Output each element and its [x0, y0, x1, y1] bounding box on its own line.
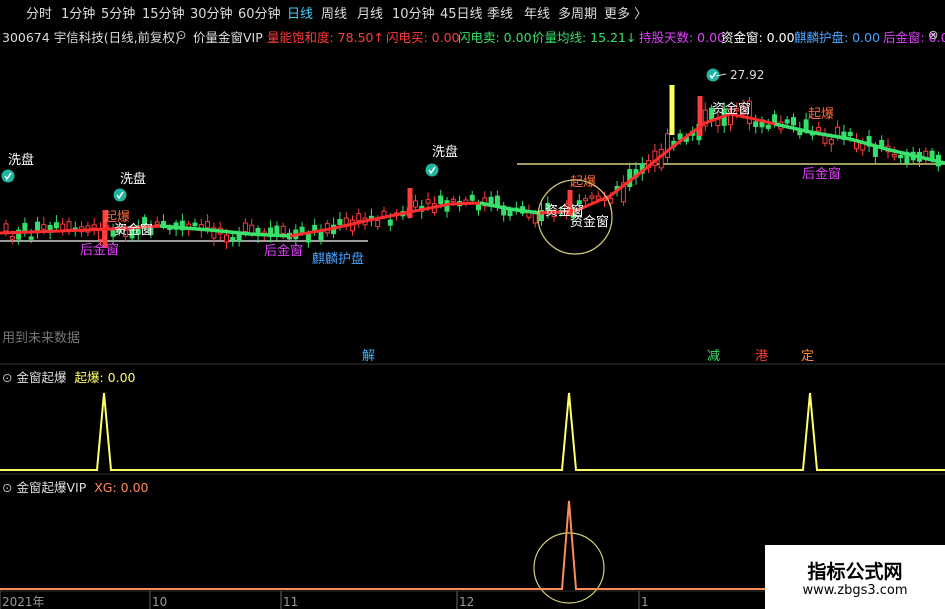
chart-annotation: 麒麟护盘: [312, 251, 364, 267]
candle: [589, 195, 595, 199]
x-axis-label: 10: [152, 595, 167, 609]
highlight-candle: [697, 96, 703, 136]
x-axis-label: 1: [641, 595, 649, 609]
panel1-series-line: [0, 392, 945, 471]
candle: [532, 213, 538, 224]
chart-annotation: 洗盘: [432, 144, 458, 160]
chart-annotation: 起爆: [808, 107, 834, 122]
candle: [312, 224, 318, 231]
candle: [583, 198, 589, 202]
candle: [425, 199, 431, 204]
candle: [205, 221, 211, 228]
panel2-value: XG: 0.00: [94, 480, 149, 495]
candle: [753, 121, 759, 128]
x-axis-label: 12: [459, 595, 474, 609]
candle: [828, 139, 834, 145]
candle: [872, 146, 878, 157]
watermark-title: 指标公式网: [807, 561, 903, 583]
candle: [192, 222, 198, 227]
candle: [847, 131, 853, 137]
future-data-note: 用到未来数据: [2, 331, 80, 346]
candle: [595, 195, 601, 200]
candle: [816, 126, 822, 132]
candle: [891, 154, 897, 158]
event-marker: 港: [755, 349, 768, 364]
candle: [3, 223, 9, 232]
watermark-url: www.zbgs3.com: [802, 583, 908, 598]
candle: [791, 117, 796, 126]
candle: [249, 224, 255, 234]
chart-annotation: 洗盘: [8, 152, 34, 168]
candle: [898, 155, 904, 159]
panel1-name: 金窗起爆: [16, 370, 67, 385]
candle: [494, 195, 500, 207]
highlight-circle: [533, 532, 605, 604]
candle: [476, 204, 481, 211]
x-axis-label: 2021年: [2, 595, 45, 609]
candle: [469, 194, 475, 201]
x-axis-label: 11: [283, 595, 298, 609]
event-marker: 解: [362, 349, 375, 364]
wash-signal-icon: [706, 68, 720, 82]
candle: [242, 222, 248, 233]
panel1-title[interactable]: ⊙ 金窗起爆 起爆: 0.00: [2, 367, 135, 386]
chart-annotation: 资金窗: [570, 214, 609, 230]
ma-green-segment: [774, 122, 945, 165]
panel2-name: 金窗起爆VIP: [16, 480, 87, 495]
candle: [929, 150, 935, 160]
candle: [356, 213, 362, 222]
watermark: 指标公式网 www.zbgs3.com: [765, 545, 945, 609]
candle: [784, 119, 790, 124]
panel2-title[interactable]: ⊙ 金窗起爆VIP XG: 0.00: [2, 477, 149, 496]
event-marker: 减: [707, 349, 720, 364]
candle: [375, 220, 381, 228]
candle: [224, 234, 229, 243]
chart-annotation: 资金窗: [712, 101, 751, 117]
event-marker: 定: [801, 349, 814, 364]
candle: [337, 219, 343, 225]
chart-annotation: 后金窗: [80, 242, 119, 258]
candle: [9, 236, 15, 240]
chart-annotation: 后金窗: [802, 166, 841, 182]
candle: [280, 225, 286, 234]
chart-annotation: 后金窗: [264, 243, 303, 259]
highlight-candle: [669, 85, 675, 135]
candle: [413, 200, 418, 208]
candle: [53, 222, 59, 229]
candle: [387, 219, 393, 226]
candle: [772, 114, 778, 123]
candle: [450, 198, 456, 202]
candle: [438, 195, 444, 205]
panel1-value: 起爆: 0.00: [74, 370, 136, 385]
candle: [41, 224, 47, 230]
candle: [28, 236, 34, 240]
candle: [765, 124, 771, 129]
chart-annotation: 起爆: [570, 175, 596, 190]
candle: [91, 224, 97, 229]
chart-annotation: 洗盘: [120, 171, 146, 187]
kline-chart: 洗盘洗盘洗盘起爆资金窗后金窗 后金窗麒麟护盘起爆资金窗资金窗资金窗 起爆后金窗 27…: [0, 68, 945, 609]
candle: [66, 221, 72, 230]
candle: [299, 226, 305, 234]
panel2-series-line: [0, 500, 765, 590]
candle: [318, 231, 324, 241]
price-label: 27.92: [730, 68, 764, 82]
candle: [22, 222, 28, 232]
wash-signal-icon: [425, 163, 439, 177]
candle: [305, 232, 311, 243]
chart-annotation: 资金窗: [114, 222, 153, 238]
candle: [230, 237, 236, 241]
candle: [154, 221, 160, 225]
wash-signal-icon: [1, 169, 15, 183]
wash-signal-icon: [113, 188, 127, 202]
